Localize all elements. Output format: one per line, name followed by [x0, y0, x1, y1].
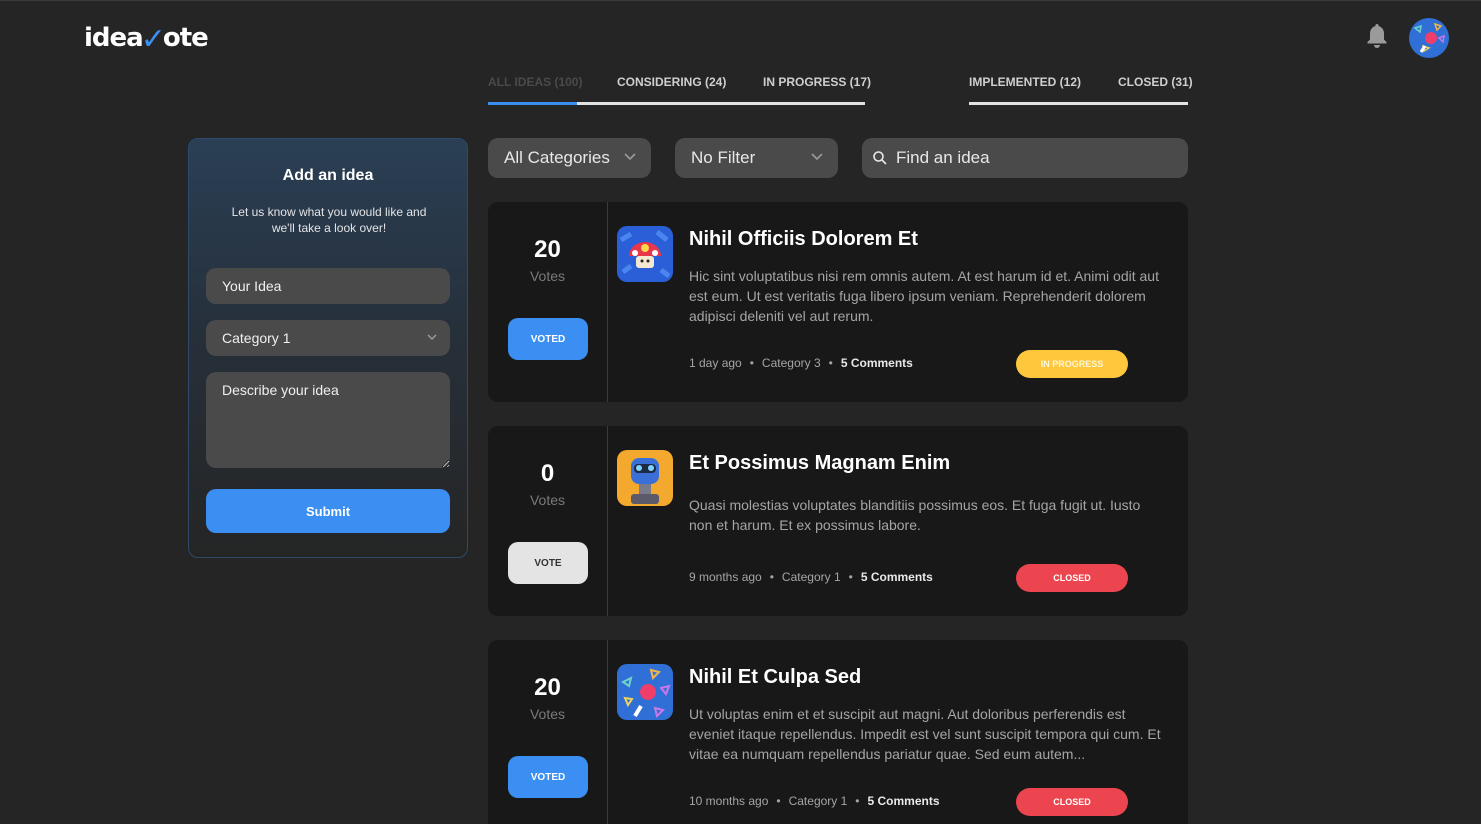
meta-separator: • — [769, 570, 774, 584]
idea-meta: 10 months ago • Category 1 • 5 Comments — [689, 794, 940, 808]
category-filter-select[interactable]: All Categories — [488, 138, 651, 178]
idea-title[interactable]: Et Possimus Magnam Enim — [689, 452, 950, 475]
vote-count: 0 — [540, 460, 555, 487]
triangles-icon — [617, 664, 673, 720]
status-badge: CLOSED — [1016, 788, 1128, 816]
meta-separator: • — [776, 794, 781, 808]
idea-meta: 9 months ago • Category 1 • 5 Comments — [689, 570, 933, 584]
chevron-down-icon — [624, 153, 636, 161]
idea-time: 9 months ago — [689, 570, 762, 584]
status-badge: IN PROGRESS — [1016, 350, 1128, 378]
meta-separator: • — [749, 356, 754, 370]
tab-considering[interactable]: CONSIDERING (24) — [577, 74, 726, 105]
search-box — [862, 138, 1188, 178]
tab-all-ideas[interactable]: ALL IDEAS (100) — [488, 74, 582, 105]
search-icon — [873, 151, 887, 165]
idea-description: Quasi molestias voluptates blanditiis po… — [689, 497, 1141, 533]
status-badge: CLOSED — [1016, 564, 1128, 592]
tab-implemented[interactable]: IMPLEMENTED (12) — [969, 74, 1099, 105]
vote-button[interactable]: VOTED — [508, 318, 588, 360]
status-filter-select[interactable]: No Filter — [675, 138, 838, 178]
user-avatar[interactable] — [1409, 18, 1449, 58]
logo-text-prefix: idea — [84, 23, 144, 53]
idea-comments-link[interactable]: 5 Comments — [861, 570, 933, 584]
logo-text-suffix: ote — [162, 23, 209, 53]
mushroom-icon — [617, 226, 673, 282]
idea-card: 20 Votes VOTED Nihil Et Culpa Sed Ut vol… — [488, 640, 1188, 824]
idea-time: 1 day ago — [689, 356, 742, 370]
idea-time: 10 months ago — [689, 794, 769, 808]
idea-card: 0 Votes VOTE Et Possimus Magnam Enim Qua… — [488, 426, 1188, 616]
tab-closed[interactable]: CLOSED (31) — [1099, 74, 1193, 105]
search-input[interactable] — [896, 148, 1176, 168]
vote-column: 0 Votes VOTE — [488, 426, 608, 616]
chevron-down-icon — [811, 153, 823, 161]
robot-icon — [617, 450, 673, 506]
idea-title-input[interactable] — [206, 268, 450, 304]
idea-description-textarea[interactable] — [206, 372, 450, 468]
submit-button[interactable]: Submit — [206, 489, 450, 533]
add-idea-panel: Add an idea Let us know what you would l… — [188, 138, 468, 558]
idea-card: 20 Votes VOTED Nihil Officiis Dolorem Et… — [488, 202, 1188, 402]
idea-description: Hic sint voluptatibus nisi rem omnis aut… — [689, 268, 1159, 324]
status-filter-value: No Filter — [691, 148, 756, 167]
idea-category-select[interactable]: Category 1 — [206, 320, 450, 356]
vote-count: 20 — [534, 236, 561, 263]
meta-separator: • — [855, 794, 860, 808]
idea-category: Category 1 — [788, 794, 848, 808]
tab-in-progress[interactable]: IN PROGRESS (17) — [723, 74, 871, 105]
idea-category: Category 3 — [761, 356, 821, 370]
vote-count: 20 — [534, 674, 561, 701]
idea-category: Category 1 — [781, 570, 841, 584]
idea-category-value: Category 1 — [222, 330, 291, 346]
checkmark-v-icon: ✓ — [140, 22, 166, 57]
chevron-down-icon — [427, 334, 437, 341]
vote-column: 20 Votes VOTED — [488, 202, 608, 402]
idea-meta: 1 day ago • Category 3 • 5 Comments — [689, 356, 913, 370]
idea-comments-link[interactable]: 5 Comments — [841, 356, 913, 370]
logo[interactable]: idea ✓ ote — [84, 22, 209, 57]
idea-title[interactable]: Nihil Et Culpa Sed — [689, 666, 861, 689]
bell-icon[interactable] — [1365, 22, 1389, 50]
status-tabs: ALL IDEAS (100) CONSIDERING (24) IN PROG… — [488, 74, 1193, 106]
idea-title[interactable]: Nihil Officiis Dolorem Et — [689, 228, 918, 251]
idea-description: Ut voluptas enim et et suscipit aut magn… — [689, 706, 1161, 762]
vote-label: Votes — [529, 492, 566, 508]
category-filter-value: All Categories — [504, 148, 610, 167]
avatar-art-icon — [1409, 18, 1449, 58]
vote-button[interactable]: VOTED — [508, 756, 588, 798]
meta-separator: • — [848, 570, 853, 584]
add-idea-subtitle: Let us know what you would like and we'l… — [231, 205, 427, 235]
vote-column: 20 Votes VOTED — [488, 640, 608, 824]
idea-comments-link[interactable]: 5 Comments — [868, 794, 940, 808]
vote-label: Votes — [529, 706, 566, 722]
vote-button[interactable]: VOTE — [508, 542, 588, 584]
vote-label: Votes — [529, 268, 566, 284]
add-idea-title: Add an idea — [282, 167, 374, 184]
meta-separator: • — [828, 356, 833, 370]
